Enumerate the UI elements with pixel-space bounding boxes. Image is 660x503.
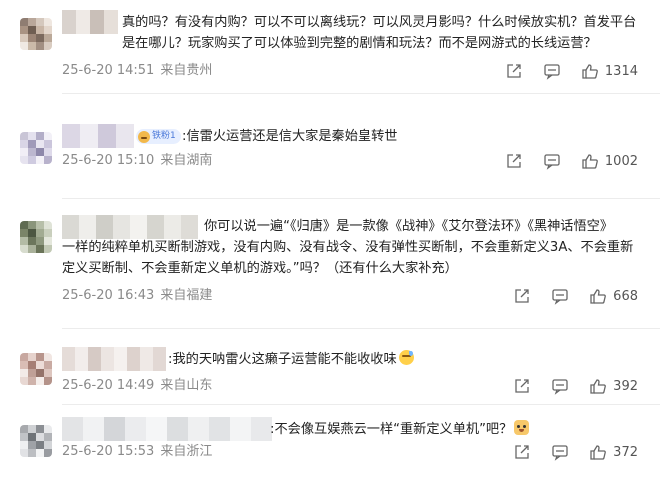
like-button[interactable]: 392 xyxy=(589,377,638,395)
comment-text: :不会像互娱燕云一样“重新定义单机”吧？ xyxy=(270,419,530,440)
comment-text: :信雷火运营还是信大家是秦始皇转世 xyxy=(182,129,398,144)
comment-actions: 372 xyxy=(493,442,638,462)
like-button[interactable]: 372 xyxy=(589,443,638,461)
fan-badge-label: 铁粉1 xyxy=(152,131,176,141)
avatar[interactable] xyxy=(20,132,52,164)
username-blurred[interactable] xyxy=(62,347,166,371)
dog-emoji-icon xyxy=(514,420,530,435)
comment-text: 你可以说一遍“《归唐》是一款像《战神》《艾尔登法环》《黑神话悟空》 一样的纯粹单… xyxy=(62,219,634,276)
share-icon[interactable] xyxy=(513,377,531,395)
like-count: 392 xyxy=(613,378,638,394)
comment-text-content: :不会像互娱燕云一样“重新定义单机”吧？ xyxy=(270,422,513,437)
like-count: 668 xyxy=(613,288,638,304)
fan-badge[interactable]: 铁粉1 xyxy=(136,129,181,144)
username-blurred[interactable] xyxy=(62,124,134,148)
timestamp: 25-6-20 14:49 xyxy=(62,378,155,393)
comment-icon[interactable] xyxy=(551,287,569,305)
thumbs-up-icon[interactable] xyxy=(589,287,607,305)
location: 来自浙江 xyxy=(160,444,213,459)
comment-item-5: :不会像互娱燕云一样“重新定义单机”吧？ 25-6-20 15:53 来自浙江 3… xyxy=(0,405,660,503)
fan-badge-icon xyxy=(138,130,150,143)
comment-item-4: :我的天呐雷火这癞子运营能不能收收味 25-6-20 14:49 来自山东 392 xyxy=(0,329,660,409)
comment-meta: 25-6-20 14:51 来自贵州 xyxy=(62,62,212,80)
avatar[interactable] xyxy=(20,353,52,385)
thumbs-up-icon[interactable] xyxy=(589,377,607,395)
share-icon[interactable] xyxy=(505,62,523,80)
thumbs-up-icon[interactable] xyxy=(589,443,607,461)
comment-icon[interactable] xyxy=(551,443,569,461)
like-button[interactable]: 668 xyxy=(589,287,638,305)
comment-meta: 25-6-20 16:43 来自福建 xyxy=(62,287,212,305)
like-button[interactable]: 1002 xyxy=(581,152,638,170)
share-icon[interactable] xyxy=(513,287,531,305)
comment-item-1: 真的吗？有没有内购？可以不可以离线玩？可以风灵月影吗？什么时候放实机？首发平台 … xyxy=(0,0,660,92)
timestamp: 25-6-20 15:10 xyxy=(62,153,155,168)
thumbs-up-icon[interactable] xyxy=(581,62,599,80)
location: 来自山东 xyxy=(160,378,213,393)
username-blurred[interactable] xyxy=(62,417,272,441)
like-count: 1002 xyxy=(604,153,638,169)
comment-meta: 25-6-20 15:10 来自湖南 xyxy=(62,152,212,170)
comment-text: :我的天呐雷火这癞子运营能不能收收味 xyxy=(168,349,414,370)
avatar[interactable] xyxy=(20,425,52,457)
timestamp: 25-6-20 16:43 xyxy=(62,288,155,303)
timestamp: 25-6-20 15:53 xyxy=(62,444,155,459)
comment-actions: 1314 xyxy=(485,61,638,81)
share-icon[interactable] xyxy=(513,443,531,461)
location: 来自贵州 xyxy=(160,63,213,78)
location: 来自福建 xyxy=(160,288,213,303)
like-button[interactable]: 1314 xyxy=(581,62,638,80)
avatar[interactable] xyxy=(20,221,52,253)
comment-actions: 668 xyxy=(493,286,638,306)
comment-meta: 25-6-20 14:49 来自山东 xyxy=(62,377,212,395)
avatar[interactable] xyxy=(20,18,52,50)
like-count: 1314 xyxy=(604,63,638,79)
comment-icon[interactable] xyxy=(543,62,561,80)
location: 来自湖南 xyxy=(160,153,213,168)
sweat-emoji-icon xyxy=(398,350,414,365)
username-blurred[interactable] xyxy=(62,10,118,34)
timestamp: 25-6-20 14:51 xyxy=(62,63,155,78)
comment-icon[interactable] xyxy=(543,152,561,170)
comment-actions: 1002 xyxy=(485,151,638,171)
comment-item-3: 你可以说一遍“《归唐》是一款像《战神》《艾尔登法环》《黑神话悟空》 一样的纯粹单… xyxy=(0,199,660,319)
comment-text: 真的吗？有没有内购？可以不可以离线玩？可以风灵月影吗？什么时候放实机？首发平台 … xyxy=(122,15,637,51)
like-count: 372 xyxy=(613,444,638,460)
thumbs-up-icon[interactable] xyxy=(581,152,599,170)
comment-text-content: :我的天呐雷火这癞子运营能不能收收味 xyxy=(168,352,397,367)
comment-actions: 392 xyxy=(493,376,638,396)
comment-item-2: 铁粉1 :信雷火运营还是信大家是秦始皇转世 25-6-20 15:10 来自湖南 … xyxy=(0,94,660,204)
share-icon[interactable] xyxy=(505,152,523,170)
comment-meta: 25-6-20 15:53 来自浙江 xyxy=(62,443,212,461)
comment-icon[interactable] xyxy=(551,377,569,395)
